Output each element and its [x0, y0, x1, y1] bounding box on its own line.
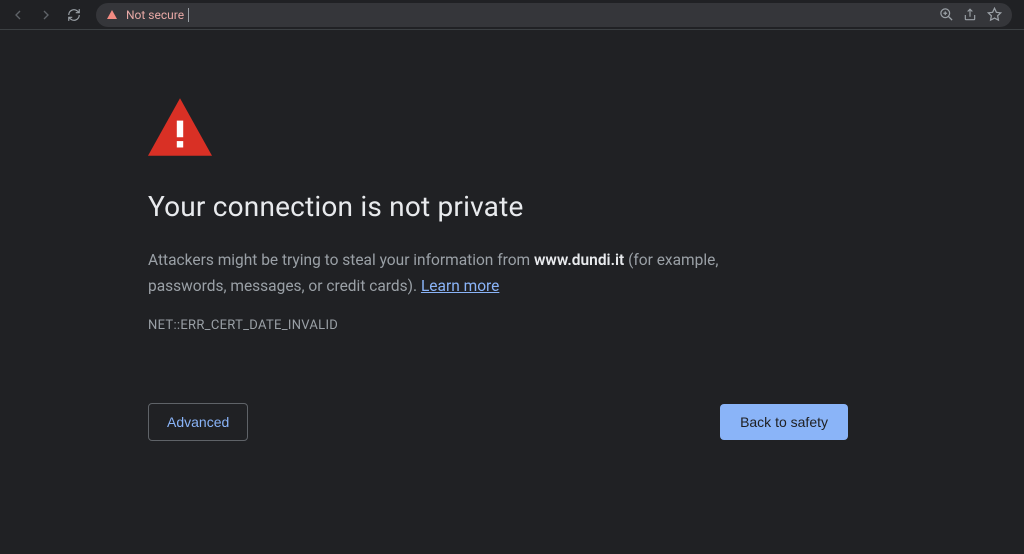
ssl-error-page: Your connection is not private Attackers… [0, 30, 720, 441]
learn-more-link[interactable]: Learn more [421, 277, 499, 295]
security-chip-label: Not secure [126, 8, 184, 22]
hostname: www.dundi.it [534, 251, 624, 269]
reload-icon [67, 8, 81, 22]
address-bar-cursor [188, 8, 189, 22]
body-pre: Attackers might be trying to steal your … [148, 251, 534, 269]
not-secure-icon [106, 9, 118, 21]
reload-button[interactable] [62, 3, 86, 27]
warning-triangle-icon [148, 98, 212, 156]
arrow-left-icon [10, 7, 26, 23]
forward-button[interactable] [34, 3, 58, 27]
back-button[interactable] [6, 3, 30, 27]
browser-toolbar: Not secure [0, 0, 1024, 30]
share-icon[interactable] [962, 7, 978, 23]
button-row: Advanced Back to safety [148, 403, 848, 441]
warning-body: Attackers might be trying to steal your … [148, 247, 720, 300]
back-to-safety-button[interactable]: Back to safety [720, 404, 848, 440]
error-code: NET::ERR_CERT_DATE_INVALID [148, 318, 720, 333]
arrow-right-icon [38, 7, 54, 23]
zoom-icon[interactable] [938, 7, 954, 23]
bookmark-star-icon[interactable] [986, 7, 1002, 23]
advanced-button[interactable]: Advanced [148, 403, 248, 441]
address-bar[interactable]: Not secure [96, 3, 1012, 27]
page-title: Your connection is not private [148, 190, 720, 223]
